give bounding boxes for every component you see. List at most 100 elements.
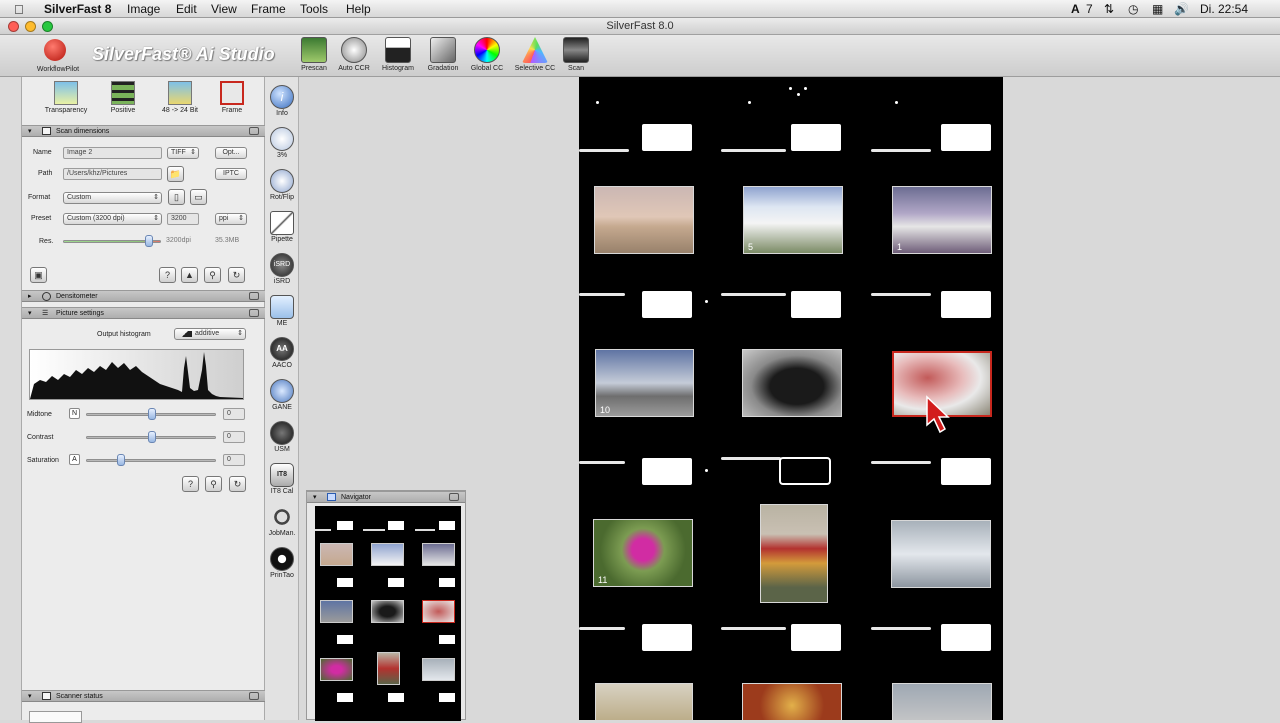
- zoom-tool[interactable]: 3%: [265, 127, 299, 159]
- frame-tool-button[interactable]: Frame: [206, 81, 258, 114]
- display-icon[interactable]: ▦: [1152, 2, 1163, 16]
- usm-tool[interactable]: USM: [265, 421, 299, 453]
- panel-menu-icon[interactable]: [449, 493, 459, 501]
- bit-depth-button[interactable]: 48 -> 24 Bit: [154, 81, 206, 114]
- resolution-field[interactable]: 3200: [167, 213, 199, 225]
- info-tool[interactable]: i Info: [265, 85, 299, 117]
- sprocket-hole: [642, 124, 692, 151]
- picture-settings-header[interactable]: ▾ ☰ Picture settings: [22, 307, 265, 319]
- zoom-button[interactable]: ⚲: [204, 267, 221, 283]
- isrd-tool[interactable]: iSRD iSRD: [265, 253, 299, 285]
- panel-menu-icon[interactable]: [249, 127, 259, 135]
- saturation-badge[interactable]: A: [69, 454, 80, 465]
- apple-icon[interactable]: : [14, 2, 24, 17]
- frame-porsche[interactable]: [742, 349, 842, 417]
- frame-swan[interactable]: [891, 520, 991, 588]
- panel-menu-icon[interactable]: [249, 692, 259, 700]
- contrast-value[interactable]: 0: [223, 431, 245, 443]
- menu-help[interactable]: Help: [346, 2, 371, 16]
- global-cc-button[interactable]: Global CC: [463, 37, 511, 72]
- disclosure-down-icon[interactable]: ▾: [28, 691, 32, 702]
- menu-app-name[interactable]: SilverFast 8: [44, 2, 111, 16]
- histogram-button[interactable]: Histogram: [374, 37, 422, 72]
- gane-tool[interactable]: GANE: [265, 379, 299, 411]
- scan-dimensions-header[interactable]: ▾ Scan dimensions: [22, 125, 265, 137]
- menu-image[interactable]: Image: [127, 2, 160, 16]
- navigator-header[interactable]: ▾ Navigator: [307, 491, 465, 503]
- time-machine-icon[interactable]: ◷: [1128, 2, 1138, 16]
- frame-flower[interactable]: 11: [593, 519, 693, 587]
- menu-view[interactable]: View: [211, 2, 237, 16]
- reset-button[interactable]: ↻: [228, 267, 245, 283]
- frame-jumbo-jet[interactable]: 10: [595, 349, 694, 417]
- learn-button[interactable]: ▲: [181, 267, 198, 283]
- options-button[interactable]: Opt...: [215, 147, 247, 159]
- panel-menu-icon[interactable]: [249, 309, 259, 317]
- res-slider-thumb[interactable]: [145, 235, 153, 247]
- midtone-badge[interactable]: N: [69, 408, 80, 419]
- panel-menu-icon[interactable]: [249, 292, 259, 300]
- auto-ccr-button[interactable]: Auto CCR: [330, 37, 378, 72]
- picture-reset-button[interactable]: ↻: [229, 476, 246, 492]
- file-type-select[interactable]: TIFF ⇕: [167, 147, 199, 159]
- folder-button[interactable]: 📁: [167, 166, 184, 182]
- adobe-icon[interactable]: A: [1071, 2, 1080, 16]
- frame-costume-performer[interactable]: [760, 504, 828, 603]
- midtone-value[interactable]: 0: [223, 408, 245, 420]
- path-field[interactable]: /Users/khz/Pictures: [63, 168, 162, 180]
- aaco-tool[interactable]: AA AACO: [265, 337, 299, 369]
- film-edge: [721, 627, 786, 630]
- disclosure-down-icon[interactable]: ▾: [28, 126, 32, 137]
- picture-zoom-button[interactable]: ⚲: [205, 476, 222, 492]
- frame-sunset-beach[interactable]: [594, 186, 694, 254]
- name-field[interactable]: Image 2: [63, 147, 162, 159]
- resolution-unit-select[interactable]: ppi ⇕: [215, 213, 247, 225]
- frame-plane-building[interactable]: 5: [743, 186, 843, 254]
- contrast-slider-thumb[interactable]: [148, 431, 156, 443]
- positive-button[interactable]: Positive: [97, 81, 149, 114]
- transparency-button[interactable]: Transparency: [40, 81, 92, 114]
- saturation-slider-track[interactable]: [86, 459, 216, 462]
- preset-select[interactable]: Custom (3200 dpi) ⇕: [63, 213, 162, 225]
- densitometer-header[interactable]: ▸ Densitometer: [22, 290, 265, 302]
- printao-icon: [270, 547, 294, 571]
- midtone-slider-thumb[interactable]: [148, 408, 156, 420]
- frame-buddha[interactable]: [742, 683, 842, 720]
- histogram-mode-select[interactable]: additive ⇕: [174, 328, 246, 340]
- jobmanager-tool[interactable]: JobMan.: [265, 505, 299, 537]
- saturation-value[interactable]: 0: [223, 454, 245, 466]
- film-edge: [579, 293, 625, 296]
- disclosure-down-icon[interactable]: ▾: [313, 492, 317, 503]
- clock-text[interactable]: Di. 22:54: [1200, 2, 1248, 16]
- landscape-button[interactable]: ▭: [190, 189, 207, 205]
- pipette-tool[interactable]: Pipette: [265, 211, 299, 243]
- navigator-preview[interactable]: [315, 506, 461, 721]
- saturation-slider-thumb[interactable]: [117, 454, 125, 466]
- frame-villa[interactable]: 1: [892, 186, 992, 254]
- it8-tool[interactable]: IT8 IT8 Cal: [265, 463, 299, 495]
- volume-icon[interactable]: 🔊: [1174, 2, 1189, 16]
- menu-tools[interactable]: Tools: [300, 2, 328, 16]
- help-button[interactable]: ?: [159, 267, 176, 283]
- iptc-button[interactable]: IPTC: [215, 168, 247, 180]
- printao-tool[interactable]: PrinTao: [265, 547, 299, 579]
- prescan-preview[interactable]: 5 1 10 11: [579, 77, 1003, 720]
- portrait-button[interactable]: ▯: [168, 189, 185, 205]
- disclosure-right-icon[interactable]: ▸: [28, 291, 32, 302]
- me-tool[interactable]: ME: [265, 295, 299, 327]
- frame-tram[interactable]: [595, 683, 693, 720]
- frame-portrait[interactable]: [892, 683, 992, 720]
- sprocket-hole: [941, 624, 991, 651]
- scan-button[interactable]: Scan: [552, 37, 600, 72]
- scanner-status-header[interactable]: ▾ Scanner status: [22, 690, 265, 702]
- format-select[interactable]: Custom ⇕: [63, 192, 162, 204]
- rotflip-tool[interactable]: Rot/Flip: [265, 169, 299, 201]
- graduation-cap-icon: ▲: [185, 270, 194, 280]
- disclosure-down-icon[interactable]: ▾: [28, 308, 32, 319]
- menu-frame[interactable]: Frame: [251, 2, 286, 16]
- sync-icon[interactable]: ⇅: [1104, 2, 1114, 16]
- picture-help-button[interactable]: ?: [182, 476, 199, 492]
- gradation-button[interactable]: Gradation: [419, 37, 467, 72]
- save-settings-button[interactable]: ▣: [30, 267, 47, 283]
- menu-edit[interactable]: Edit: [176, 2, 197, 16]
